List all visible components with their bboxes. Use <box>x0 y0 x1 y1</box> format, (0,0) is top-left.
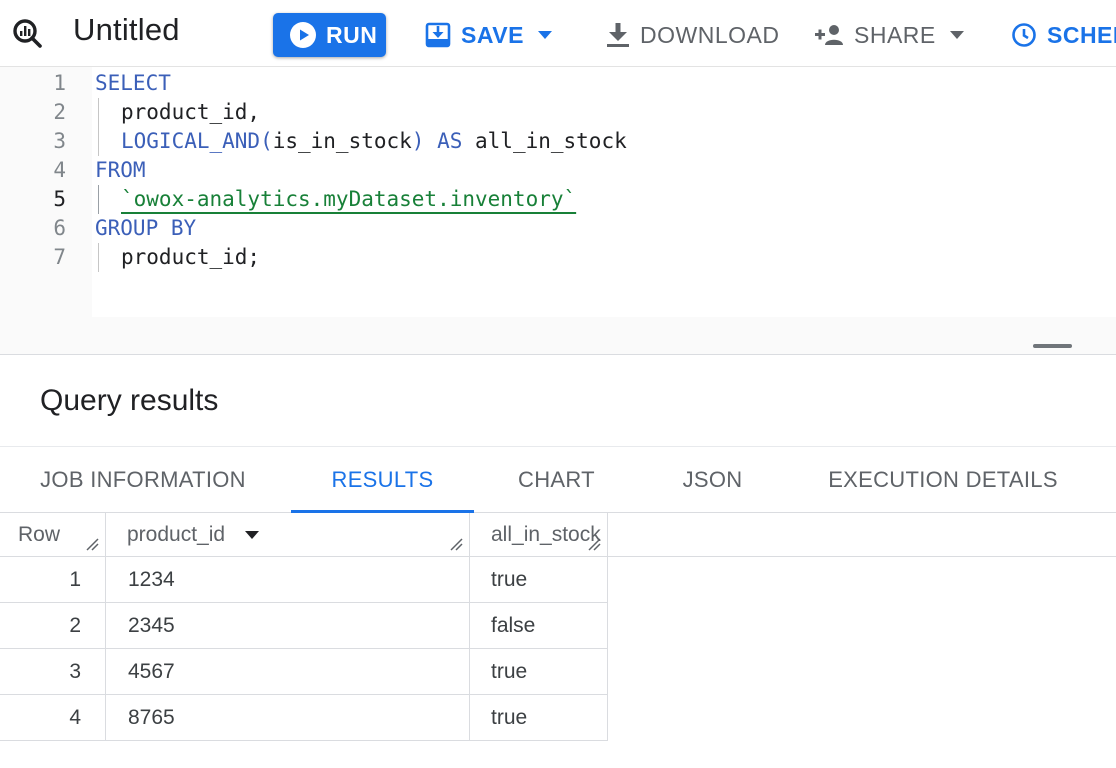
code-line: 3 LOGICAL_AND(is_in_stock) AS all_in_sto… <box>0 127 1116 156</box>
clock-icon <box>1012 23 1036 47</box>
column-header-label: Row <box>18 523 61 546</box>
run-button-label: RUN <box>326 21 378 48</box>
row-number: 1 <box>0 557 106 602</box>
cell-all-in-stock[interactable]: true <box>470 557 608 602</box>
column-resize-icon[interactable] <box>449 537 463 551</box>
tab-execution-details[interactable]: EXECUTION DETAILS <box>812 447 1074 512</box>
save-icon <box>425 22 451 48</box>
query-title[interactable]: Untitled <box>73 12 180 48</box>
indent-guide <box>98 98 99 127</box>
table-row[interactable]: 4 8765 true <box>0 695 608 741</box>
cell-all-in-stock[interactable]: true <box>470 695 608 740</box>
cell-all-in-stock[interactable]: false <box>470 603 608 648</box>
row-number: 2 <box>0 603 106 648</box>
cell-product-id[interactable]: 8765 <box>106 695 470 740</box>
cell-all-in-stock[interactable]: true <box>470 649 608 694</box>
run-button[interactable]: RUN <box>273 13 386 57</box>
line-number: 4 <box>53 158 66 182</box>
column-header-all-in-stock[interactable]: all_in_stock <box>470 513 608 557</box>
table-row[interactable]: 3 4567 true <box>0 649 608 695</box>
download-button[interactable]: DOWNLOAD <box>606 13 779 57</box>
code-line: 6 GROUP BY <box>0 214 1116 243</box>
sql-identifier: is_in_stock <box>272 129 412 153</box>
sql-identifier: product_id; <box>121 245 261 269</box>
play-icon <box>290 22 316 48</box>
query-icon <box>13 19 42 48</box>
line-number: 1 <box>53 71 66 95</box>
line-number: 5 <box>53 187 66 211</box>
line-number: 3 <box>53 129 66 153</box>
cell-product-id[interactable]: 2345 <box>106 603 470 648</box>
chevron-down-icon <box>537 31 552 39</box>
sort-dropdown-icon[interactable] <box>244 530 259 540</box>
sql-identifier: product_id, <box>121 100 261 124</box>
editor-resize-handle[interactable] <box>1033 344 1072 348</box>
column-header-label: all_in_stock <box>491 523 601 546</box>
tab-chart[interactable]: CHART <box>490 447 623 512</box>
line-number: 2 <box>53 100 66 124</box>
column-resize-icon[interactable] <box>587 537 601 551</box>
code-line-active: 5 `owox-analytics.myDataset.inventory` <box>0 185 1116 214</box>
table-row[interactable]: 1 1234 true <box>0 557 608 603</box>
sql-function: LOGICAL_AND( <box>121 129 273 153</box>
sql-keyword: GROUP BY <box>95 216 197 240</box>
tab-job-information[interactable]: JOB INFORMATION <box>20 447 266 512</box>
line-number: 6 <box>53 216 66 240</box>
chevron-down-icon <box>949 31 964 39</box>
column-header-product-id[interactable]: product_id <box>106 513 470 557</box>
table-header-filler <box>608 513 1116 557</box>
code-line: 1 SELECT <box>0 69 1116 98</box>
share-person-icon <box>815 25 843 45</box>
tab-results[interactable]: RESULTS <box>291 447 474 513</box>
download-button-label: DOWNLOAD <box>640 21 780 48</box>
editor-toolbar: Untitled RUN SAVE DOWNLOAD SHARE SCHE <box>0 0 1116 67</box>
tab-json[interactable]: JSON <box>650 447 775 512</box>
row-number: 4 <box>0 695 106 740</box>
sql-table-reference[interactable]: `owox-analytics.myDataset.inventory` <box>121 187 576 211</box>
download-icon <box>607 23 629 47</box>
line-number: 7 <box>53 245 66 269</box>
code-line: 2 product_id, <box>0 98 1116 127</box>
sql-alias: all_in_stock <box>475 129 627 153</box>
table-row[interactable]: 2 2345 false <box>0 603 608 649</box>
indent-guide <box>98 185 99 214</box>
save-button[interactable]: SAVE <box>425 13 552 57</box>
cell-product-id[interactable]: 1234 <box>106 557 470 602</box>
schedule-button-label: SCHED <box>1047 21 1116 48</box>
results-heading: Query results <box>40 384 219 417</box>
indent-guide <box>98 127 99 156</box>
share-button[interactable]: SHARE <box>814 13 964 57</box>
results-tabs: JOB INFORMATION RESULTS CHART JSON EXECU… <box>0 446 1116 513</box>
sql-editor[interactable]: 1 SELECT 2 product_id, 3 LOGICAL_AND(is_… <box>0 67 1116 355</box>
column-resize-icon[interactable] <box>85 537 99 551</box>
code-line: 7 product_id; <box>0 243 1116 272</box>
sql-keyword: FROM <box>95 158 146 182</box>
indent-guide <box>98 243 99 272</box>
share-button-label: SHARE <box>854 21 936 48</box>
cell-product-id[interactable]: 4567 <box>106 649 470 694</box>
sql-keyword: ) AS <box>411 129 476 153</box>
schedule-button[interactable]: SCHED <box>1011 13 1116 57</box>
save-button-label: SAVE <box>461 21 524 48</box>
sql-keyword: SELECT <box>95 71 171 95</box>
row-number: 3 <box>0 649 106 694</box>
code-line: 4 FROM <box>0 156 1116 185</box>
column-header-label: product_id <box>127 523 226 546</box>
column-header-row: Row <box>0 513 106 557</box>
